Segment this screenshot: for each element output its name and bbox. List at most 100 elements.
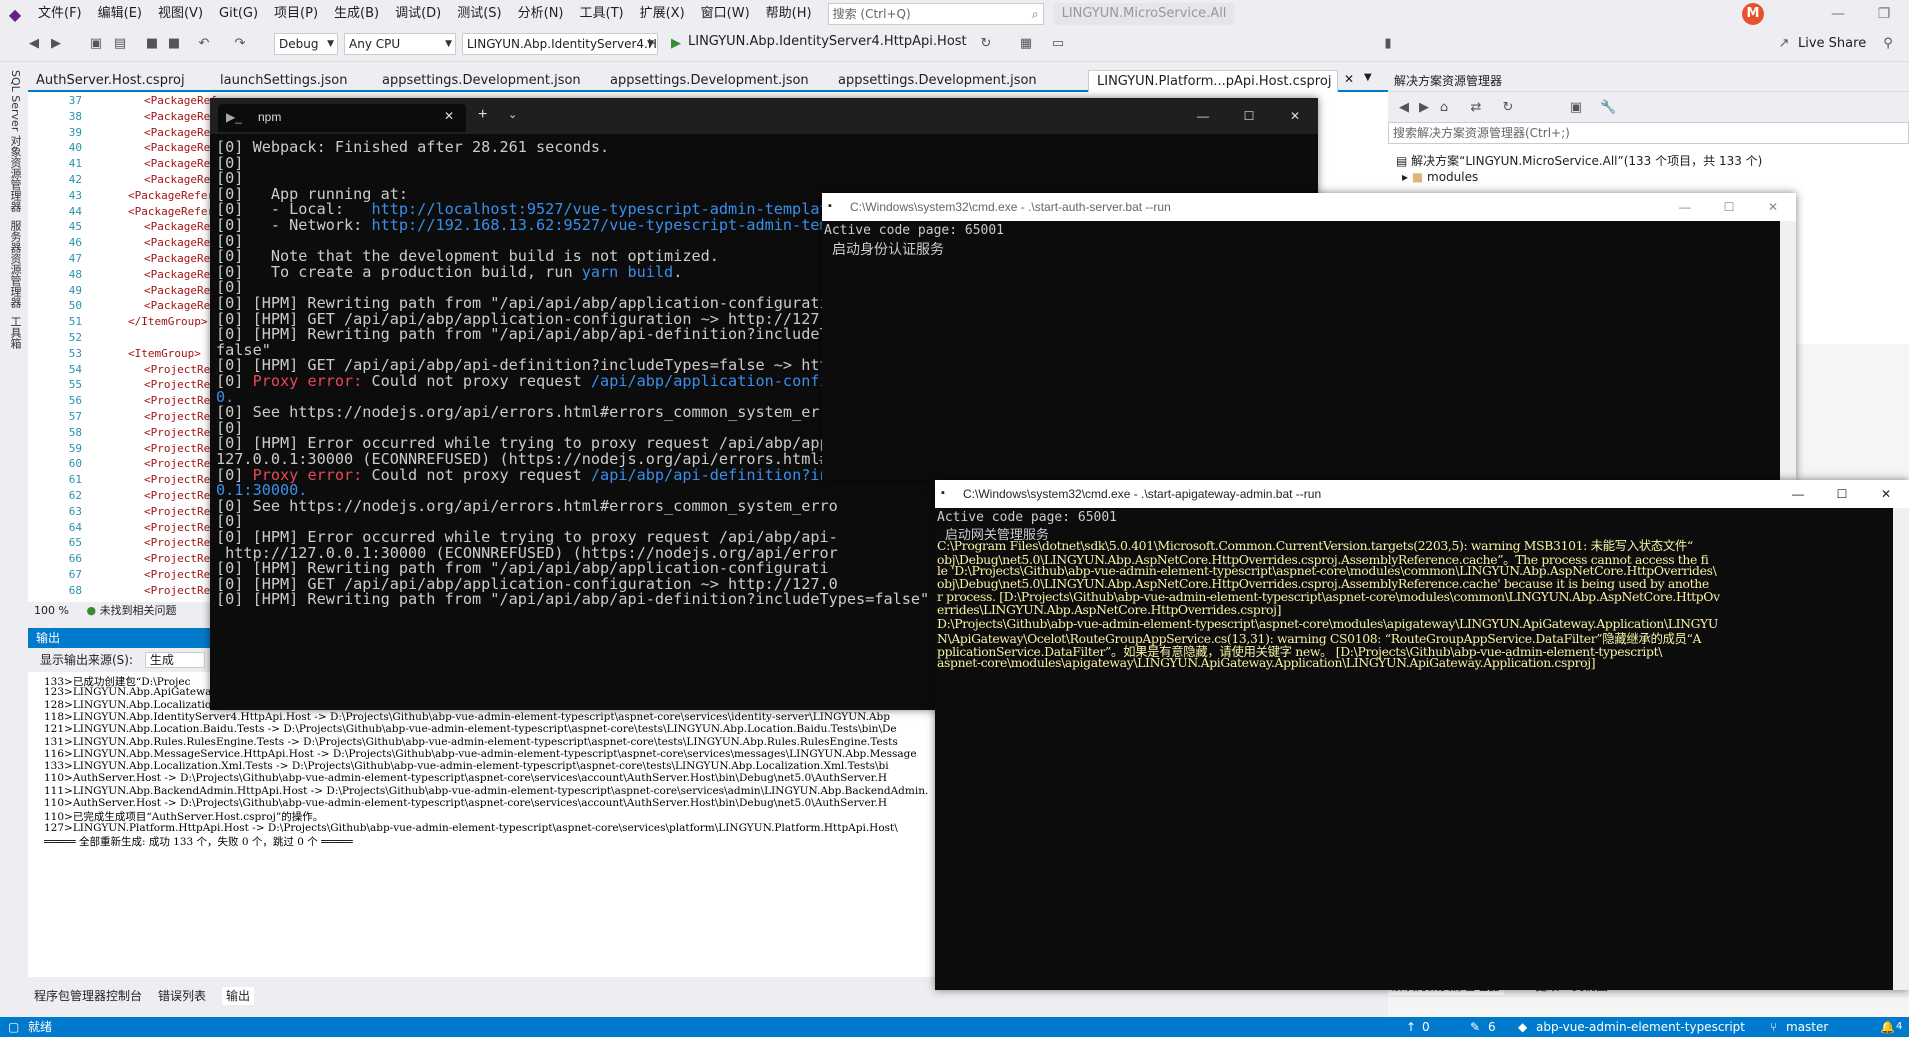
tab-appsettings-1[interactable]: appsettings.Development.json [374, 70, 600, 92]
minimize-button[interactable]: — [1180, 98, 1226, 134]
scrollbar[interactable] [1780, 221, 1796, 480]
bookmark-icon[interactable]: ▮ [1380, 36, 1396, 52]
avatar[interactable]: M [1742, 3, 1764, 25]
close-button[interactable]: ✕ [1750, 193, 1796, 221]
menu-item[interactable]: 生成(B) [326, 0, 387, 28]
terminal-text: [0] [HPM] Rewriting path from "/api/api/… [216, 590, 930, 609]
code-line: <ItemGroup> [128, 346, 201, 360]
bell-icon[interactable]: 🔔 [1880, 1017, 1895, 1037]
ready-status: 就绪 [28, 1020, 53, 1034]
terminal-text: [0] [HPM] Rewriting path from "/api/api/… [216, 325, 838, 344]
menu-item[interactable]: 工具(T) [572, 0, 632, 28]
folder-node[interactable]: ▸ ■ modules [1402, 170, 1478, 184]
platform-select[interactable]: Any CPU ▼ [344, 33, 456, 55]
solution-node-label: 解决方案“LINGYUN.MicroService.All”(133 个项目，共… [1411, 154, 1763, 168]
maximize-button[interactable]: ☐ [1706, 193, 1752, 221]
close-icon[interactable]: ✕ [444, 109, 454, 123]
sql-server-explorer-tab[interactable]: SQL Server 对象资源管理器 [7, 70, 23, 212]
scrollbar[interactable] [1893, 508, 1909, 990]
refresh-icon[interactable]: ↻ [978, 36, 994, 52]
undo-icon[interactable]: ↶ [196, 36, 212, 52]
terminal-line: [0] [HPM] Rewriting path from "/api/api/… [216, 590, 929, 608]
auth-terminal-title: C:\Windows\system32\cmd.exe - .\start-au… [850, 200, 1171, 214]
startup-project-select[interactable]: LINGYUN.Abp.IdentityServer4.H ▼ [462, 33, 658, 55]
changes-count[interactable]: 6 [1488, 1017, 1496, 1037]
line-number: 49 [68, 283, 82, 297]
tab-output[interactable]: 输出 [222, 987, 255, 1005]
tab-appsettings-2[interactable]: appsettings.Development.json [602, 70, 828, 92]
forward-icon[interactable]: ▶ [48, 36, 64, 52]
chevron-down-icon[interactable]: ⌄ [508, 108, 517, 121]
menu-item[interactable]: 编辑(E) [90, 0, 150, 28]
save-all-icon[interactable]: ■ [166, 36, 182, 52]
menu-item[interactable]: 调试(D) [387, 0, 449, 28]
tab-appsettings-3[interactable]: appsettings.Development.json [830, 70, 1056, 92]
tab-error-list[interactable]: 错误列表 [154, 987, 210, 1005]
back-icon[interactable]: ◀ [26, 36, 42, 52]
start-debugging-icon[interactable]: ▶ [668, 36, 684, 52]
forward-icon[interactable]: ▶ [1416, 100, 1432, 116]
menu-item[interactable]: 窗口(W) [693, 0, 758, 28]
server-explorer-tab[interactable]: 服务器资源管理器 [7, 220, 23, 308]
configuration-select[interactable]: Debug ▼ [274, 33, 338, 55]
maximize-button[interactable]: ☐ [1819, 480, 1865, 508]
open-folder-icon[interactable]: ▤ [112, 36, 128, 52]
pin-icon[interactable]: ⚲ [1880, 36, 1896, 52]
screenshot-icon[interactable]: ▭ [1050, 36, 1066, 52]
refresh-icon[interactable]: ↻ [1500, 100, 1516, 116]
menu-item[interactable]: 视图(V) [150, 0, 211, 28]
line-number: 50 [68, 299, 82, 313]
auth-server-terminal-window[interactable]: ▪ C:\Windows\system32\cmd.exe - .\start-… [822, 193, 1796, 480]
back-icon[interactable]: ◀ [1396, 100, 1412, 116]
restore-button[interactable]: ❐ [1861, 0, 1907, 28]
terminal-link[interactable]: http://192.168.13.62:9527/vue-typescript… [371, 216, 883, 234]
close-button[interactable]: ✕ [1272, 98, 1318, 134]
tab-launchsettings[interactable]: launchSettings.json [212, 70, 372, 92]
minimize-button[interactable]: — [1662, 193, 1708, 221]
menu-item[interactable]: 测试(S) [449, 0, 509, 28]
menu-item[interactable]: Git(G) [211, 0, 266, 28]
menu-item[interactable]: 帮助(H) [758, 0, 820, 28]
tab-authserver-csproj[interactable]: AuthServer.Host.csproj [28, 70, 210, 92]
repository-name[interactable]: abp-vue-admin-element-typescript [1536, 1017, 1745, 1037]
folder-icon[interactable]: ▦ [1018, 36, 1034, 52]
new-tab-icon[interactable]: + [478, 106, 487, 124]
terminal-link[interactable]: /api/abp/application-config [591, 372, 838, 390]
branch-name[interactable]: master [1786, 1017, 1828, 1037]
output-source-select[interactable]: 生成 [144, 652, 205, 668]
unpushed-count[interactable]: 0 [1422, 1017, 1430, 1037]
sync-icon[interactable]: ⇄ [1468, 100, 1484, 116]
tab-platform-csproj[interactable]: LINGYUN.Platform...pApi.Host.csproj [1088, 70, 1338, 92]
close-icon[interactable]: ✕ [1344, 72, 1354, 86]
save-icon[interactable]: ■ [144, 36, 160, 52]
terminal-link[interactable]: yarn build [582, 263, 673, 281]
toolbox-tab[interactable]: 工具箱 [7, 316, 23, 349]
new-item-icon[interactable]: ▣ [88, 36, 104, 52]
menu-item[interactable]: 项目(P) [266, 0, 326, 28]
tab-overflow-icon[interactable]: ▼ [1364, 72, 1372, 83]
share-icon[interactable]: ↗ [1776, 36, 1792, 52]
minimize-button[interactable]: — [1815, 0, 1861, 28]
redo-icon[interactable]: ↷ [232, 36, 248, 52]
menu-item[interactable]: 扩展(X) [632, 0, 693, 28]
menu-item[interactable]: 文件(F) [30, 0, 90, 28]
solution-node[interactable]: ▤ 解决方案“LINGYUN.MicroService.All”(133 个项目… [1396, 152, 1762, 169]
run-target-label[interactable]: LINGYUN.Abp.IdentityServer4.HttpApi.Host [688, 34, 967, 49]
apigateway-terminal-window[interactable]: ▪ C:\Windows\system32\cmd.exe - .\start-… [935, 480, 1909, 990]
zoom-level[interactable]: 100 % [34, 604, 69, 617]
solution-search-input[interactable]: 搜索解决方案资源管理器(Ctrl+;) [1388, 122, 1909, 144]
search-input[interactable]: 搜索 (Ctrl+Q) ⌕ [827, 3, 1044, 25]
collapse-icon[interactable]: ▣ [1568, 100, 1584, 116]
live-share-button[interactable]: Live Share [1798, 36, 1866, 51]
properties-icon[interactable]: 🔧 [1600, 100, 1616, 116]
npm-tab[interactable]: ▶_ npm ✕ [218, 104, 466, 132]
code-line: <ProjectRef [144, 362, 217, 376]
close-button[interactable]: ✕ [1863, 480, 1909, 508]
minimize-button[interactable]: — [1775, 480, 1821, 508]
home-icon[interactable]: ⌂ [1436, 100, 1452, 116]
tab-package-manager-console[interactable]: 程序包管理器控制台 [30, 987, 146, 1005]
terminal-link[interactable]: /api/abp/api-definition?inc [591, 466, 838, 484]
maximize-button[interactable]: ☐ [1226, 98, 1272, 134]
check-icon: ● [86, 604, 97, 617]
menu-item[interactable]: 分析(N) [510, 0, 572, 28]
